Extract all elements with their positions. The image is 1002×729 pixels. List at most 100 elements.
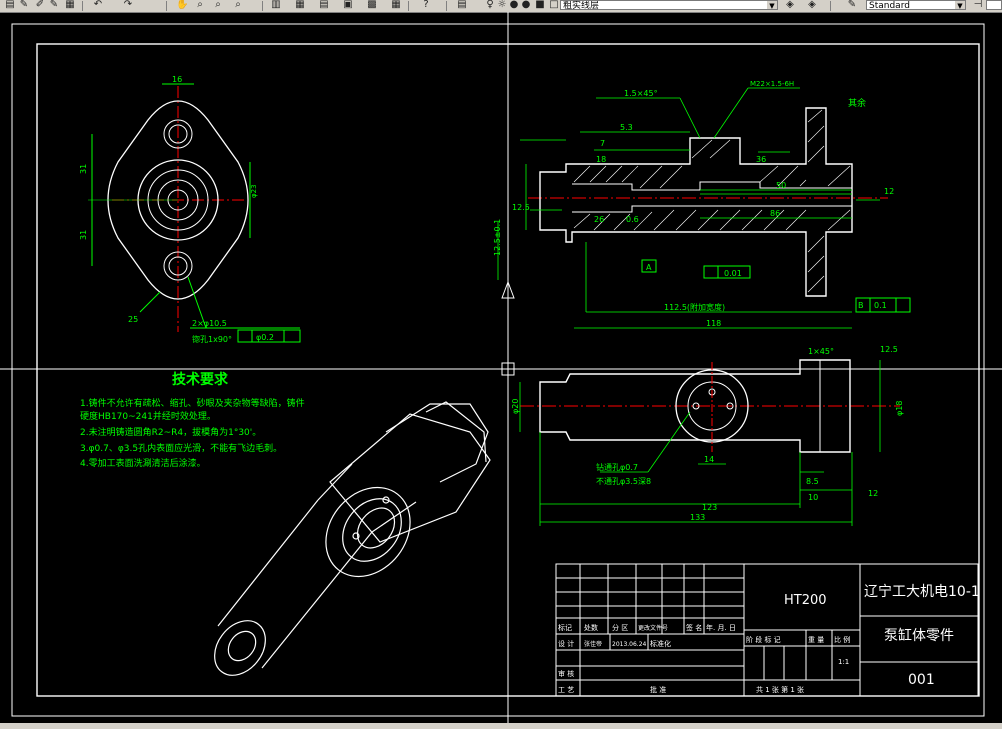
tb-date-col: 年. 月. 日 (706, 623, 736, 632)
tb-school: 辽宁工大机电10-1 (864, 583, 980, 600)
layer-lock2-icon[interactable]: ● (520, 0, 532, 10)
tol-0-01: 0.01 (724, 269, 742, 278)
pen-icon[interactable]: ✎ (18, 0, 30, 10)
help-icon[interactable]: ? (420, 0, 432, 10)
text-style-value: Standard (869, 1, 910, 10)
sheet-set-icon[interactable]: ▣ (342, 0, 354, 10)
paste-icon[interactable]: ▦ (64, 0, 76, 10)
dim-16: 16 (172, 75, 182, 84)
title-block: HT200 辽宁工大机电10-1 泵缸体零件 001 标记 处数 分 区 更改文… (555, 563, 980, 697)
layer-color-icon[interactable]: ■ (534, 0, 546, 10)
dim-123: 123 (702, 503, 717, 512)
status-strip (0, 723, 1002, 729)
dim-18: 18 (596, 155, 606, 164)
tool-palette-icon[interactable]: ▤ (318, 0, 330, 10)
make-current-icon[interactable]: ◈ (784, 0, 796, 10)
dim-chamfer: 1.5×45° (624, 89, 658, 98)
tb-stage: 阶 段 标 记 (746, 635, 781, 644)
tb-review: 审 核 (558, 669, 574, 678)
datum-a: A (646, 263, 652, 272)
tb-zone: 分 区 (612, 623, 628, 632)
undo-icon[interactable]: ↶ (92, 0, 104, 10)
tb-sheets: 共 1 张 第 1 张 (756, 685, 804, 694)
chevron-down-icon: ▼ (955, 1, 965, 9)
tb-drawing-no: 001 (908, 672, 935, 688)
dim-112: 112.5(附加宽度) (664, 302, 725, 312)
text-style-icon[interactable]: ✎ (846, 0, 858, 10)
match-icon[interactable]: ✎ (48, 0, 60, 10)
quickcalc-icon[interactable]: ▦ (390, 0, 402, 10)
zoom-window-icon[interactable]: ⌕ (212, 0, 224, 10)
zoom-realtime-icon[interactable]: ⌕ (194, 0, 206, 10)
dim-dia20: φ20 (511, 399, 520, 414)
layer-square-icon[interactable]: □ (548, 0, 560, 10)
tb-scale-label: 比 例 (834, 635, 850, 644)
dim-1x45: 1×45° (808, 347, 834, 356)
section-view: 1.5×45° M22×1.5-6H 5.3 18 7 36 50 86 26 … (493, 80, 911, 364)
dim-12-right: 12 (884, 187, 894, 196)
dim-8-5: 8.5 (806, 477, 819, 486)
datum-b: B (858, 301, 864, 310)
tech-note-3: 2.未注明铸造圆角R2~R4，拔模角为1°30'。 (80, 426, 261, 438)
outer-frame (11, 23, 985, 717)
tech-requirements: 技术要求 1.铸件不允许有疏松、缩孔、砂眼及夹杂物等缺陷，铸件 硬度HB170~… (80, 371, 305, 469)
zoom-previous-icon[interactable]: ⌕ (232, 0, 244, 10)
tb-mark: 标记 (558, 623, 572, 632)
tb-std: 标准化 (650, 639, 671, 648)
drawing-canvas[interactable]: 16 31 31 φ23 25 2×φ10.5 锪孔1x90° φ0.2 技术要… (0, 12, 1002, 723)
dim-36: 36 (756, 155, 766, 164)
chevron-down-icon: ▼ (767, 1, 777, 9)
dim-dia18: φ18 (895, 401, 904, 416)
layer-dropdown-value: 粗实线层 (563, 1, 600, 10)
dim-style-dropdown[interactable] (986, 0, 1002, 10)
tb-sign: 签 名 (686, 623, 702, 632)
tech-note-4: 3.φ0.7、φ3.5孔内表面应光滑，不能有飞边毛刺。 (80, 442, 282, 454)
dim-118: 118 (706, 319, 721, 328)
dim-dia23: φ23 (250, 184, 258, 198)
dim-12-tol: 12 (868, 489, 878, 498)
dim-2-holes: 2×φ10.5 (192, 319, 227, 328)
dim-7: 7 (600, 139, 605, 148)
pan-icon[interactable]: ✋ (176, 0, 188, 10)
text-style-dropdown[interactable]: Standard ▼ (866, 0, 966, 10)
tb-design-label: 设 计 (558, 639, 574, 648)
tb-designer: 张佳帝 (584, 640, 602, 648)
dim-0-6: 0.6 (626, 215, 639, 224)
dim-12-5-left: 12.5 (512, 203, 530, 212)
open-icon[interactable]: ▤ (4, 0, 16, 10)
bulb-icon[interactable]: ♀ (484, 0, 496, 10)
dim-12-5-tol: 12.5±0.1 (493, 219, 502, 256)
dim-style-icon[interactable]: ⊣ (972, 0, 984, 10)
redo-icon[interactable]: ↷ (122, 0, 134, 10)
dim-spotface: 锪孔1x90° (192, 334, 232, 344)
dim-50: 50 (776, 181, 786, 190)
layer-previous-icon[interactable]: ◈ (806, 0, 818, 10)
tech-note-5: 4.零加工表面洗涮清洁后涂漆。 (80, 457, 206, 469)
properties-icon[interactable]: ▥ (270, 0, 282, 10)
surface-rest: 其余 (848, 97, 866, 109)
tb-date: 2013.06.24 (612, 641, 647, 648)
layer-manager-icon[interactable]: ▤ (456, 0, 468, 10)
sun-icon[interactable]: ☼ (496, 0, 508, 10)
tb-material: HT200 (784, 593, 827, 608)
design-center-icon[interactable]: ▦ (294, 0, 306, 10)
dim-14: 14 (704, 455, 714, 464)
tb-weight: 重 量 (808, 636, 824, 644)
tech-note-1: 1.铸件不允许有疏松、缩孔、砂眼及夹杂物等缺陷，铸件 (80, 397, 305, 409)
brush-icon[interactable]: ✐ (34, 0, 46, 10)
tech-note-2: 硬度HB170~241并经时效处理。 (80, 410, 216, 422)
hole-note-2: 不通孔φ3.5深8 (596, 476, 651, 486)
markup-icon[interactable]: ▩ (366, 0, 378, 10)
tb-approve: 批 准 (650, 685, 666, 694)
hole-note-1: 钻通孔φ0.7 (596, 462, 638, 472)
layer-dropdown[interactable]: 粗实线层 ▼ (560, 0, 778, 10)
tech-title: 技术要求 (172, 371, 229, 388)
tb-scale: 1:1 (838, 658, 849, 666)
dim-thread: M22×1.5-6H (750, 80, 794, 88)
dim-133: 133 (690, 513, 705, 522)
tb-count: 处数 (584, 623, 598, 632)
dim-31a: 31 (79, 164, 88, 174)
dim-r25: 25 (128, 315, 138, 324)
layer-lock-icon[interactable]: ● (508, 0, 520, 10)
tb-part-name: 泵缸体零件 (884, 627, 954, 644)
